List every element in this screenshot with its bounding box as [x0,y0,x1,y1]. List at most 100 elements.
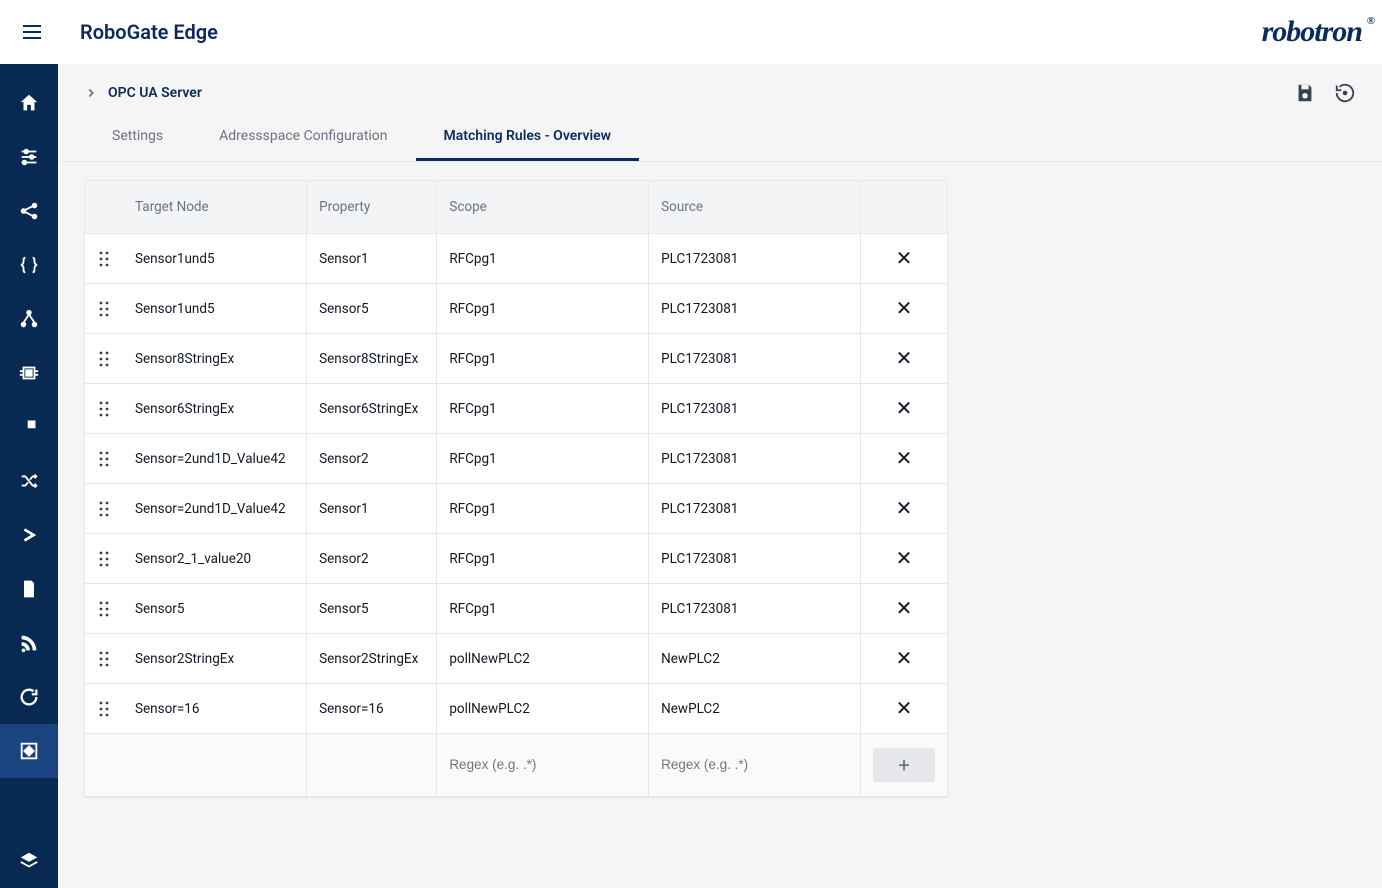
cell-property[interactable]: Sensor5 [307,584,437,634]
save-button[interactable] [1294,82,1316,104]
cell-property[interactable]: Sensor6StringEx [307,384,437,434]
source-regex-input[interactable] [661,757,848,772]
sidebar-item-layers[interactable] [0,834,58,888]
delete-row-button[interactable]: ✕ [896,546,913,570]
cell-property[interactable]: Sensor=16 [307,684,437,734]
cell-source[interactable]: NewPLC2 [649,684,861,734]
refresh-icon [18,686,40,708]
menu-toggle-button[interactable] [20,20,44,44]
cell-target-node[interactable]: Sensor=2und1D_Value42 [123,484,307,534]
scope-regex-input[interactable] [449,757,636,772]
delete-row-button[interactable]: ✕ [896,646,913,670]
cell-target-node[interactable]: Sensor8StringEx [123,334,307,384]
cell-scope[interactable]: RFCpg1 [437,384,649,434]
cell-source[interactable]: NewPLC2 [649,634,861,684]
cell-scope[interactable]: pollNewPLC2 [437,634,649,684]
cell-property[interactable]: Sensor1 [307,484,437,534]
curly-braces-icon [18,254,40,276]
delete-row-button[interactable]: ✕ [896,346,913,370]
delete-row-button[interactable]: ✕ [896,396,913,420]
sidebar-item-braces[interactable] [0,238,58,292]
drag-handle[interactable] [85,384,123,434]
cell-property[interactable]: Sensor1 [307,234,437,284]
tab-settings[interactable]: Settings [84,114,191,161]
cell-source[interactable]: PLC1723081 [649,484,861,534]
sidebar-item-share[interactable] [0,184,58,238]
sidebar-item-node[interactable] [0,292,58,346]
cell-source[interactable]: PLC1723081 [649,434,861,484]
cell-target-node[interactable]: Sensor2_1_value20 [123,534,307,584]
cell-target-node[interactable]: Sensor=2und1D_Value42 [123,434,307,484]
delete-row-button[interactable]: ✕ [896,246,913,270]
cell-property[interactable]: Sensor2 [307,534,437,584]
cell-scope[interactable]: pollNewPLC2 [437,684,649,734]
col-scope[interactable]: Scope [437,181,649,234]
sidebar-item-opcua[interactable] [0,724,58,778]
sidebar-item-home[interactable] [0,76,58,130]
delete-row-button[interactable]: ✕ [896,696,913,720]
cell-scope[interactable]: RFCpg1 [437,234,649,284]
cell-source[interactable]: PLC1723081 [649,284,861,334]
cell-property[interactable]: Sensor2 [307,434,437,484]
col-source[interactable]: Source [649,181,861,234]
cell-target-node[interactable]: Sensor=16 [123,684,307,734]
delete-row-button[interactable]: ✕ [896,446,913,470]
tab-addressspace[interactable]: Adressspace Configuration [191,114,415,161]
sidebar-item-greater[interactable] [0,508,58,562]
cell-scope[interactable]: RFCpg1 [437,484,649,534]
rules-table-card: Target Node Property Scope Source Sensor… [84,180,948,798]
add-rule-button[interactable]: + [873,748,935,782]
sidebar-item-tag[interactable] [0,400,58,454]
drag-handle[interactable] [85,584,123,634]
restore-button[interactable] [1334,82,1356,104]
tab-matching-rules[interactable]: Matching Rules - Overview [416,114,639,161]
col-target-node[interactable]: Target Node [123,181,307,234]
sidebar-item-document[interactable] [0,562,58,616]
chevron-right-icon [84,86,98,100]
node-tree-icon [18,308,40,330]
cell-property[interactable]: Sensor2StringEx [307,634,437,684]
cell-scope[interactable]: RFCpg1 [437,284,649,334]
drag-handle[interactable] [85,434,123,484]
cell-source[interactable]: PLC1723081 [649,234,861,284]
cell-scope[interactable]: RFCpg1 [437,534,649,584]
sidebar-item-sliders[interactable] [0,130,58,184]
cell-target-node[interactable]: Sensor1und5 [123,234,307,284]
delete-row-button[interactable]: ✕ [896,496,913,520]
table-row: Sensor=2und1D_Value42Sensor2RFCpg1PLC172… [85,434,947,484]
drag-handle[interactable] [85,534,123,584]
drag-handle[interactable] [85,334,123,384]
cell-source[interactable]: PLC1723081 [649,334,861,384]
cell-source[interactable]: PLC1723081 [649,384,861,434]
drag-handle[interactable] [85,684,123,734]
cell-source[interactable]: PLC1723081 [649,584,861,634]
drag-handle[interactable] [85,234,123,284]
col-property[interactable]: Property [307,181,437,234]
chip-icon [18,362,40,384]
sliders-icon [18,146,40,168]
cell-source[interactable]: PLC1723081 [649,534,861,584]
breadcrumb[interactable]: OPC UA Server [84,85,202,101]
cell-target-node[interactable]: Sensor1und5 [123,284,307,334]
main-content: OPC UA Server Settings Adressspace Confi… [58,64,1382,888]
delete-row-button[interactable]: ✕ [896,296,913,320]
sidebar-item-refresh[interactable] [0,670,58,724]
drag-handle[interactable] [85,484,123,534]
table-row: Sensor1und5Sensor1RFCpg1PLC1723081 ✕ [85,234,947,284]
cell-property[interactable]: Sensor8StringEx [307,334,437,384]
cell-target-node[interactable]: Sensor6StringEx [123,384,307,434]
sidebar-item-shuffle[interactable] [0,454,58,508]
cell-scope[interactable]: RFCpg1 [437,584,649,634]
table-row: Sensor2StringExSensor2StringExpollNewPLC… [85,634,947,684]
drag-handle[interactable] [85,284,123,334]
cell-scope[interactable]: RFCpg1 [437,434,649,484]
sidebar-item-rss[interactable] [0,616,58,670]
cell-property[interactable]: Sensor5 [307,284,437,334]
cell-target-node[interactable]: Sensor5 [123,584,307,634]
drag-handle[interactable] [85,634,123,684]
cell-target-node[interactable]: Sensor2StringEx [123,634,307,684]
sidebar-item-chip[interactable] [0,346,58,400]
delete-row-button[interactable]: ✕ [896,596,913,620]
cell-scope[interactable]: RFCpg1 [437,334,649,384]
table-row: Sensor=2und1D_Value42Sensor1RFCpg1PLC172… [85,484,947,534]
